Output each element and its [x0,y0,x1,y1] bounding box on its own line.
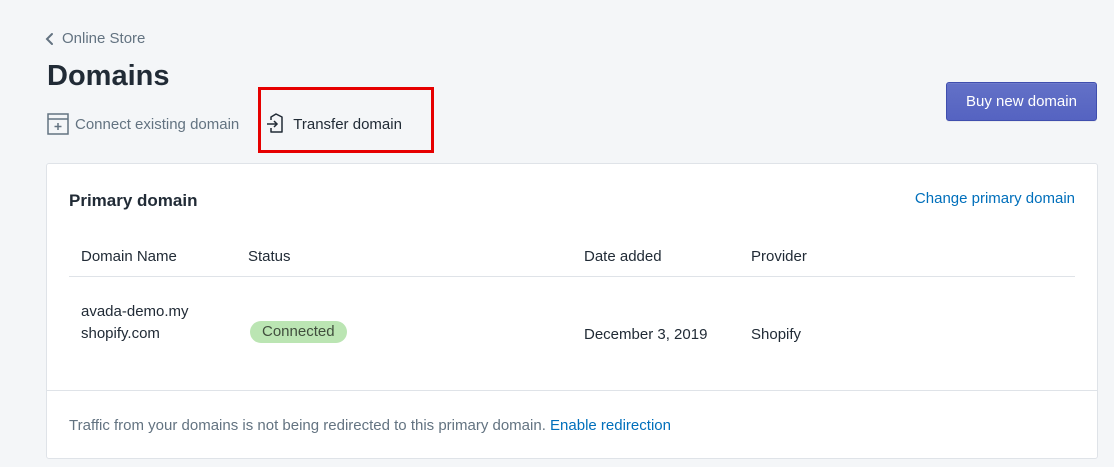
enable-redirection-link[interactable]: Enable redirection [550,417,671,434]
status-badge: Connected [250,321,347,343]
highlight-box [258,87,434,153]
change-primary-domain-link[interactable]: Change primary domain [915,190,1075,207]
column-header-provider: Provider [751,248,807,265]
column-header-date: Date added [584,248,662,265]
buy-new-domain-button[interactable]: Buy new domain [946,82,1097,121]
page-title: Domains [47,60,170,92]
redirection-notice: Traffic from your domains is not being r… [69,417,671,434]
primary-domain-card: Primary domain Change primary domain Dom… [46,163,1098,459]
card-footer-divider [47,390,1097,391]
column-header-domain: Domain Name [81,248,177,265]
provider-cell: Shopify [751,326,802,343]
chevron-left-icon [45,32,53,45]
redirection-notice-text: Traffic from your domains is not being r… [69,417,546,434]
add-window-icon [47,113,69,135]
date-added-cell: December 3, 2019 [584,326,708,343]
column-header-status: Status [248,248,291,265]
table-header-divider [69,276,1075,277]
card-title: Primary domain [69,191,198,210]
connect-domain-action[interactable]: Connect existing domain [47,113,239,135]
breadcrumb[interactable]: Online Store [44,30,145,47]
domain-name-cell: avada-demo.myshopify.com [81,303,189,342]
breadcrumb-label: Online Store [62,30,146,47]
connect-domain-label: Connect existing domain [75,115,240,133]
